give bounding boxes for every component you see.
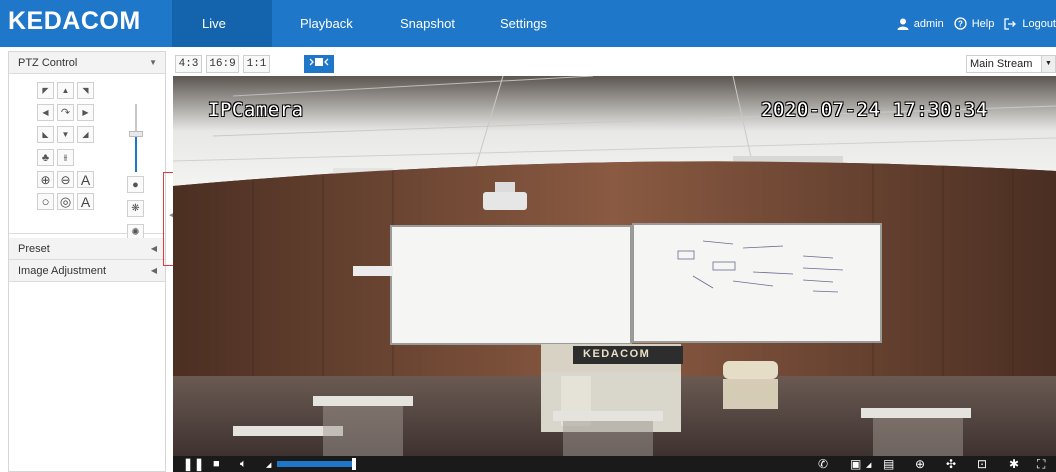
ptz-speed-fill	[135, 136, 137, 172]
live-video[interactable]: IPCamera 2020-07-24 17:30:34 KEDACOM	[173, 76, 1056, 456]
user-area: admin ? Help Logout	[897, 0, 1056, 47]
ratio-16-9-button[interactable]: 16:9	[206, 55, 239, 73]
ptz-down-right-button[interactable]: ◢	[77, 126, 94, 143]
fit-window-button[interactable]	[304, 55, 334, 73]
user-icon	[897, 18, 909, 30]
ptz-up-left-button[interactable]: ◤	[37, 82, 54, 99]
text-a-button-2[interactable]: A	[77, 193, 94, 210]
nav-live-view[interactable]: Live View	[172, 0, 272, 78]
zoom-in-icon[interactable]: ⊕	[37, 171, 54, 188]
main-nav: Live View Playback Snapshot Settings	[172, 0, 575, 78]
ptz-down-button[interactable]: ▼	[57, 126, 74, 143]
image-icon[interactable]: ⊡	[977, 457, 987, 471]
stream-select[interactable]: Main Stream ▼	[966, 55, 1056, 73]
talk-icon[interactable]: ✆	[818, 457, 828, 471]
snapshot-dropdown-icon[interactable]: ◢	[866, 459, 871, 472]
iris-close-icon[interactable]: ◎	[57, 193, 74, 210]
ptz-control-body: ◤ ▲ ◥ ◀ ↷ ▶ ◣ ▼ ◢ ♣ ⫵ ⊕ ⊖ A ○ ◎ A ● ❋ ✺	[9, 74, 165, 241]
light-icon[interactable]: ●	[127, 176, 144, 193]
snapshot-icon[interactable]: ▣	[850, 457, 861, 471]
stream-select-value: Main Stream	[970, 58, 1033, 70]
ptz-down-left-button[interactable]: ◣	[37, 126, 54, 143]
help-icon: ?	[954, 17, 967, 30]
tree-icon[interactable]: ♣	[37, 149, 54, 166]
podium-brand-sign: KEDACOM	[583, 348, 651, 360]
help-label: Help	[971, 17, 995, 30]
zoom-icon[interactable]: ⊕	[915, 457, 925, 471]
help-link[interactable]: ? Help	[954, 17, 995, 30]
star-icon[interactable]: ✱	[1009, 457, 1019, 471]
zoom-out-icon[interactable]: ⊖	[57, 171, 74, 188]
ptz-left-button[interactable]: ◀	[37, 104, 54, 121]
playback-control-bar: ❚❚ ■ 🔈︎ ◢ ✆ ▣ ◢ ▤ ⊕ ✣ ⊡ ✱ ⛶	[173, 456, 1056, 472]
pause-icon[interactable]: ❚❚	[183, 457, 205, 471]
focus-near-icon[interactable]: ❋	[127, 200, 144, 217]
ptz-3d-icon[interactable]: ✣	[946, 457, 956, 471]
ptz-control-title: PTZ Control	[18, 57, 78, 69]
ptz-up-right-button[interactable]: ◥	[77, 82, 94, 99]
osd-datetime: 2020-07-24 17:30:34	[761, 99, 988, 121]
volume-dropdown-icon[interactable]: ◢	[266, 459, 271, 472]
chevron-down-icon: ▼	[1041, 56, 1055, 72]
username: admin	[913, 17, 944, 30]
ptz-up-button[interactable]: ▲	[57, 82, 74, 99]
osd-camera-name: IPCamera	[208, 99, 304, 121]
ratio-1-1-button[interactable]: 1:1	[243, 55, 270, 73]
left-panel: PTZ Control ▼ ◤ ▲ ◥ ◀ ↷ ▶ ◣ ▼ ◢ ♣ ⫵ ⊕ ⊖ …	[8, 51, 166, 472]
nav-snapshot[interactable]: Snapshot	[372, 0, 472, 47]
ratio-4-3-button[interactable]: 4:3	[175, 55, 202, 73]
volume-slider[interactable]	[277, 461, 353, 467]
logout-icon	[1004, 17, 1017, 30]
fullscreen-icon[interactable]: ⛶	[1037, 457, 1045, 471]
brand-logo: KEDACOM	[8, 7, 141, 35]
preset-header[interactable]: Preset ◀	[9, 238, 165, 260]
wiper-icon[interactable]: ⫵	[57, 149, 74, 166]
ptz-auto-scan-button[interactable]: ↷	[57, 104, 74, 121]
ptz-control-header[interactable]: PTZ Control ▼	[9, 52, 165, 74]
preset-title: Preset	[18, 243, 50, 255]
image-adjustment-title: Image Adjustment	[18, 265, 107, 277]
text-a-button-1[interactable]: A	[77, 171, 94, 188]
video-toolbar: 4:3 16:9 1:1 Main Stream ▼	[173, 51, 1056, 76]
top-bar: KEDACOM Live View Playback Snapshot Sett…	[0, 0, 1056, 78]
user-menu[interactable]: admin	[897, 18, 944, 30]
iris-open-icon[interactable]: ○	[37, 193, 54, 210]
volume-slider-thumb[interactable]	[352, 458, 356, 470]
video-frame-image	[173, 76, 1056, 456]
chevron-left-icon: ◀	[150, 266, 157, 275]
chevron-left-icon: ◀	[150, 244, 157, 253]
image-adjustment-header[interactable]: Image Adjustment ◀	[9, 260, 165, 282]
text-a-label: A	[80, 171, 91, 188]
volume-icon[interactable]: 🔈︎	[240, 457, 247, 471]
nav-settings[interactable]: Settings	[472, 0, 575, 47]
text-a-label: A	[80, 193, 91, 210]
svg-text:?: ?	[958, 20, 963, 29]
logout-label: Logout	[1022, 17, 1056, 30]
ptz-right-button[interactable]: ▶	[77, 104, 94, 121]
fit-window-icon	[309, 58, 329, 66]
ptz-speed-thumb[interactable]	[129, 131, 143, 137]
record-icon[interactable]: ▤	[883, 457, 894, 471]
chevron-down-icon: ▼	[149, 58, 157, 67]
nav-playback[interactable]: Playback	[272, 0, 372, 47]
stop-icon[interactable]: ■	[213, 457, 220, 471]
logout-link[interactable]: Logout	[1004, 18, 1056, 30]
